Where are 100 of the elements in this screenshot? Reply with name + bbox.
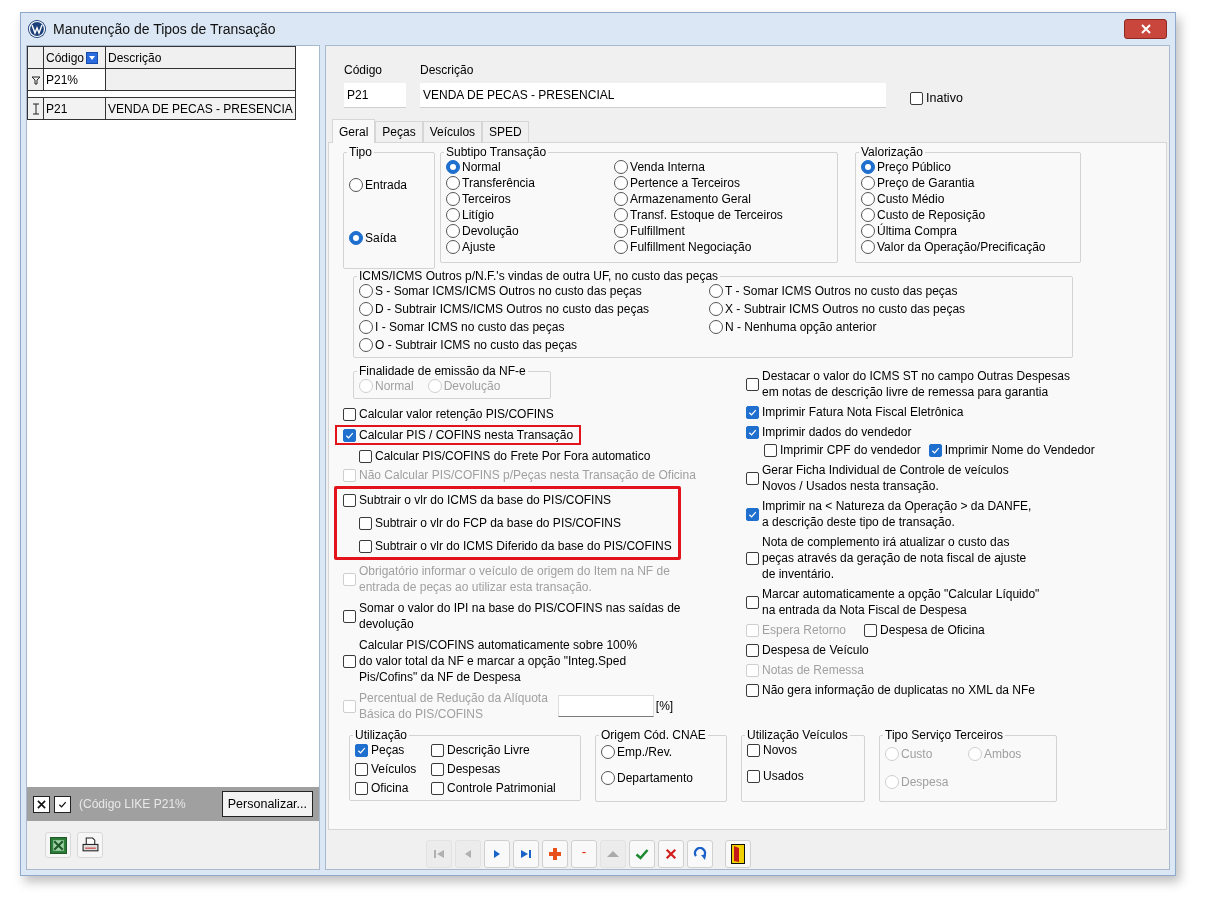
checkbox[interactable]	[431, 781, 444, 795]
checkbox-option[interactable]: Imprimir Fatura Nota Fiscal Eletrônica	[746, 404, 1158, 420]
checkbox[interactable]	[746, 683, 759, 697]
checkbox[interactable]	[747, 769, 760, 783]
checkbox[interactable]	[359, 516, 372, 530]
radio-option[interactable]: Custo Médio	[861, 191, 1075, 207]
radio-option[interactable]: Ajuste	[446, 239, 585, 255]
checkbox-option[interactable]: Controle Patrimonial	[431, 780, 575, 796]
tab[interactable]: Veículos	[422, 121, 483, 142]
radio-option[interactable]: Pertence a Terceiros	[614, 175, 832, 191]
radio-button[interactable]	[614, 224, 629, 238]
checkbox-option[interactable]: Descrição Livre	[431, 742, 575, 758]
radio-option[interactable]: Transferência	[446, 175, 585, 191]
radio-button[interactable]	[359, 320, 373, 334]
tab[interactable]: Peças	[375, 121, 423, 142]
checkbox-option[interactable]: Usados	[747, 768, 859, 784]
checkbox[interactable]	[746, 551, 759, 565]
checkbox[interactable]	[359, 449, 372, 463]
checkbox[interactable]	[746, 595, 759, 609]
radio-option[interactable]: Venda Interna	[614, 159, 832, 175]
radio-option[interactable]: Preço Público	[861, 159, 1075, 175]
checkbox-option[interactable]: Marcar automaticamente a opção "Calcular Líquido" na entrada da Nota Fiscal de Despesa	[746, 586, 1158, 618]
checkbox[interactable]	[746, 507, 759, 521]
radio-button[interactable]	[614, 176, 629, 190]
checkbox-option[interactable]: Inativo	[910, 90, 963, 106]
radio-button[interactable]	[861, 240, 875, 254]
checkbox-option[interactable]: Despesas	[431, 761, 575, 777]
checkbox[interactable]	[343, 407, 356, 421]
radio-option[interactable]: T - Somar ICMS Outros no custo das peças	[709, 283, 1067, 299]
radio-button[interactable]	[861, 192, 875, 206]
radio-button[interactable]	[446, 224, 460, 238]
radio-option[interactable]: I - Somar ICMS no custo das peças	[359, 319, 709, 335]
radio-button[interactable]	[359, 284, 373, 298]
checkbox[interactable]	[928, 443, 942, 457]
checkbox-option[interactable]: Novos	[747, 742, 859, 758]
radio-button[interactable]	[709, 320, 723, 334]
radio-button[interactable]	[446, 240, 460, 254]
checkbox-option[interactable]: Gerar Ficha Individual de Controle de veículos Novos / Usados nesta transação.	[746, 462, 1158, 494]
radio-button[interactable]	[349, 178, 363, 193]
checkbox-option[interactable]: Despesa de Veículo	[746, 642, 1158, 658]
export-button[interactable]	[77, 832, 103, 858]
radio-button[interactable]	[614, 192, 629, 206]
checkbox-option[interactable]: Somar o valor do IPI na base do PIS/COFINS nas saídas de devolução	[343, 600, 681, 632]
radio-option[interactable]: Última Compra	[861, 223, 1075, 239]
checkbox-option[interactable]: Não gera informação de duplicatas no XML da NFe	[746, 682, 1158, 698]
radio-button[interactable]	[601, 745, 615, 759]
checkbox[interactable]	[910, 91, 923, 105]
toggle-filter-button[interactable]	[54, 795, 71, 813]
toolbar-button[interactable]	[725, 840, 751, 868]
radio-option[interactable]: D - Subtrair ICMS/ICMS Outros no custo das peças	[359, 301, 709, 317]
checkbox[interactable]	[746, 377, 759, 391]
checkbox[interactable]	[431, 762, 444, 776]
checkbox[interactable]	[343, 654, 356, 668]
radio-option[interactable]: N - Nenhuma opção anterior	[709, 319, 1067, 335]
radio-button[interactable]	[446, 176, 460, 190]
radio-button[interactable]	[709, 302, 723, 316]
checkbox-option[interactable]: Imprimir CPF do vendedor	[764, 442, 921, 458]
radio-button[interactable]	[709, 284, 723, 298]
radio-button[interactable]	[614, 160, 629, 174]
checkbox-option[interactable]: Peças	[355, 742, 431, 758]
checkbox-option[interactable]: Subtrair o vlr do FCP da base do PIS/COFINS	[359, 515, 672, 531]
radio-button[interactable]	[614, 240, 629, 254]
radio-option[interactable]: Fulfillment Negociação	[614, 239, 832, 255]
description-field[interactable]: VENDA DE PECAS - PRESENCIAL	[420, 83, 886, 108]
checkbox[interactable]	[746, 643, 759, 657]
tab[interactable]: SPED	[482, 121, 529, 142]
radio-option[interactable]: Custo de Reposição	[861, 207, 1075, 223]
checkbox[interactable]	[359, 539, 372, 553]
filter-cell[interactable]	[106, 69, 296, 91]
checkbox[interactable]	[355, 743, 368, 757]
checkbox-option[interactable]: Veículos	[355, 761, 431, 777]
checkbox-option[interactable]: Destacar o valor do ICMS ST no campo Outras Despesas em notas de descrição livre de remessa para garantia	[746, 368, 1158, 400]
column-header[interactable]: Código	[44, 47, 106, 69]
radio-button[interactable]	[359, 338, 373, 352]
customize-button[interactable]: Personalizar...	[221, 791, 313, 817]
radio-button[interactable]	[446, 160, 460, 174]
checkbox[interactable]	[746, 405, 759, 419]
radio-option[interactable]: Emp./Rev.	[601, 744, 721, 760]
radio-button[interactable]	[861, 224, 875, 238]
radio-option[interactable]: Entrada	[349, 177, 429, 194]
radio-button[interactable]	[446, 208, 460, 222]
radio-option[interactable]: Armazenamento Geral	[614, 191, 832, 207]
radio-option[interactable]: Transf. Estoque de Terceiros	[614, 207, 832, 223]
splitter-bar[interactable]	[28, 91, 296, 98]
checkbox[interactable]	[343, 428, 356, 442]
code-field[interactable]: P21	[344, 83, 406, 108]
checkbox[interactable]	[355, 762, 368, 776]
radio-button[interactable]	[349, 230, 363, 245]
checkbox-option[interactable]: Calcular PIS/COFINS do Frete Por Fora automatico	[359, 448, 738, 464]
radio-button[interactable]	[359, 302, 373, 316]
checkbox-option[interactable]: Imprimir dados do vendedor	[746, 424, 1158, 440]
radio-option[interactable]: S - Somar ICMS/ICMS Outros no custo das peças	[359, 283, 709, 299]
checkbox[interactable]	[746, 471, 759, 485]
export-button[interactable]	[45, 832, 71, 858]
checkbox[interactable]	[431, 743, 444, 757]
checkbox-option[interactable]: Calcular PIS / COFINS nesta Transação	[343, 427, 574, 443]
close-button[interactable]	[1124, 19, 1167, 39]
radio-option[interactable]: Litígio	[446, 207, 585, 223]
checkbox-option[interactable]: Subtrair o vlr do ICMS da base do PIS/COFINS	[343, 492, 672, 508]
checkbox[interactable]	[343, 493, 356, 507]
